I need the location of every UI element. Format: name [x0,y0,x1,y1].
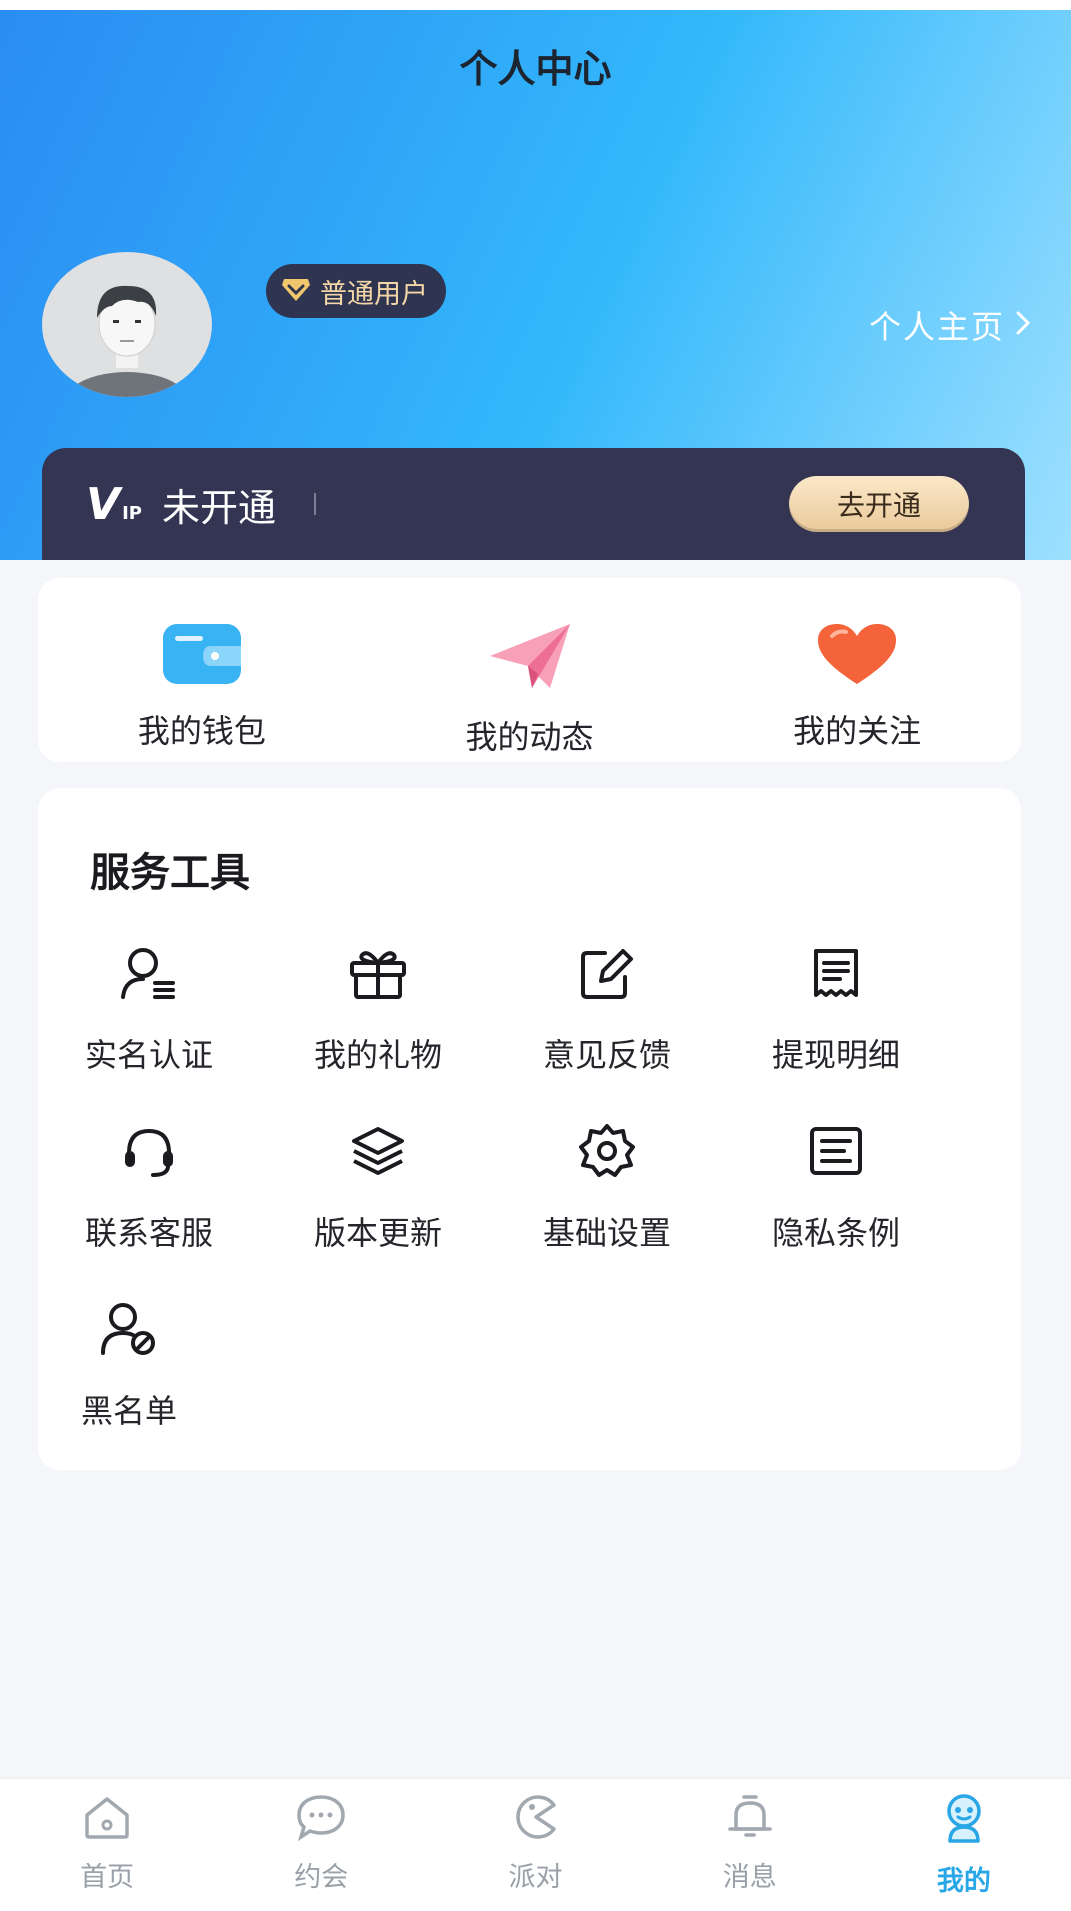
tab-dating[interactable]: 约会 [214,1779,428,1911]
headset-icon [74,1116,224,1186]
tool-real-name-verification[interactable]: 实名认证 [74,938,303,1116]
vip-logo: V IP [86,479,142,530]
tab-label: 首页 [80,1862,135,1893]
tools-grid: 实名认证 我的礼物 意见反馈 提现明细 联系客服 版本更新 基础设置 隐私条例 … [74,938,994,1472]
edit-icon [532,938,682,1008]
quick-actions-card: 我的钱包 我的动态 我的关注 [38,578,1021,762]
user-block-icon [74,1294,184,1364]
tool-withdrawal-details[interactable]: 提现明细 [761,938,990,1116]
layers-icon [303,1116,453,1186]
vip-divider [313,493,316,515]
tool-label: 联系客服 [84,1214,213,1252]
personal-homepage-link[interactable]: 个人主页 [869,302,1031,348]
page-title: 个人中心 [459,47,612,91]
vip-logo-sub: IP [122,502,142,524]
tab-label: 消息 [722,1862,777,1893]
tool-privacy-policy[interactable]: 隐私条例 [761,1116,990,1294]
bottom-tab-bar: 首页 约会 派对 消息 我的 [0,1778,1071,1911]
tab-label: 派对 [508,1862,563,1893]
diamond-icon [280,275,312,307]
tool-label: 版本更新 [313,1214,442,1252]
quick-action-label: 我的动态 [465,718,594,756]
service-tools-card: 服务工具 实名认证 我的礼物 意见反馈 提现明细 联系客服 版本更新 基础设置 … [38,788,1021,1470]
gift-icon [303,938,453,1008]
profile-face-icon [938,1793,990,1849]
service-tools-title: 服务工具 [90,850,250,896]
vip-status: 未开通 [161,485,276,530]
document-icon [761,1116,911,1186]
vip-logo-main: V [86,478,121,530]
tool-label: 我的礼物 [313,1036,442,1074]
tool-blacklist[interactable]: 黑名单 [74,1294,303,1472]
chat-bubble-icon [295,1793,347,1845]
tool-label: 实名认证 [84,1036,213,1074]
gear-icon [532,1116,682,1186]
home-icon [81,1793,133,1845]
tool-label: 提现明细 [771,1036,900,1074]
quick-action-label: 我的关注 [793,712,922,750]
wallet-icon [161,622,243,690]
receipt-icon [761,938,911,1008]
tab-label: 我的 [936,1866,991,1897]
avatar[interactable] [42,252,212,397]
badge-label: 普通用户 [320,278,428,310]
tool-label: 基础设置 [542,1214,671,1252]
bell-icon [724,1793,776,1845]
homepage-link-label: 个人主页 [868,308,1005,346]
tool-basic-settings[interactable]: 基础设置 [532,1116,761,1294]
paper-plane-icon [488,622,572,696]
tab-label: 约会 [294,1862,349,1893]
tab-messages[interactable]: 消息 [643,1779,857,1911]
tab-home[interactable]: 首页 [0,1779,214,1911]
vip-banner: V IP 未开通 去开通 [42,448,1025,560]
tab-party[interactable]: 派对 [428,1779,642,1911]
party-icon [510,1793,562,1845]
tool-label: 隐私条例 [771,1214,900,1252]
wallet-entry[interactable]: 我的钱包 [38,578,366,762]
activate-vip-button[interactable]: 去开通 [789,476,969,532]
chevron-right-icon [1015,306,1031,344]
quick-action-label: 我的钱包 [137,712,266,750]
tool-feedback[interactable]: 意见反馈 [532,938,761,1116]
tool-customer-service[interactable]: 联系客服 [74,1116,303,1294]
moments-entry[interactable]: 我的动态 [366,578,694,762]
following-entry[interactable]: 我的关注 [693,578,1021,762]
status-bar [0,0,1071,10]
user-level-badge: 普通用户 [266,264,446,318]
tool-label: 黑名单 [80,1392,177,1430]
heart-icon [816,622,898,690]
tab-mine[interactable]: 我的 [857,1779,1071,1911]
user-verify-icon [74,938,224,1008]
tool-my-gifts[interactable]: 我的礼物 [303,938,532,1116]
tool-label: 意见反馈 [542,1036,671,1074]
tool-version-update[interactable]: 版本更新 [303,1116,532,1294]
